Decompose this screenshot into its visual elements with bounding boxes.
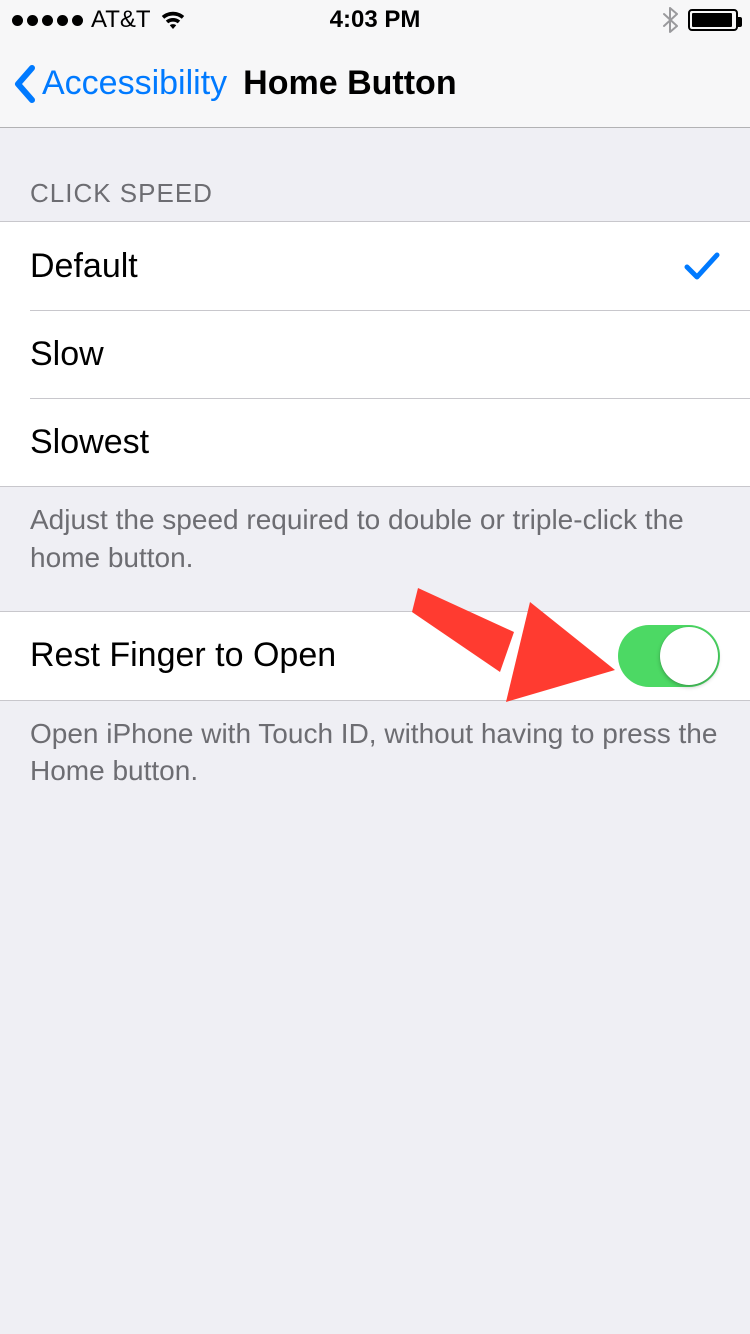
status-bar: AT&T 4:03 PM xyxy=(0,0,750,40)
switch-knob xyxy=(660,627,718,685)
section-footer-click-speed: Adjust the speed required to double or t… xyxy=(0,487,750,611)
section-header-click-speed: CLICK SPEED xyxy=(0,128,750,221)
battery-icon xyxy=(688,9,738,31)
option-label: Default xyxy=(30,247,138,286)
checkmark-icon xyxy=(684,251,720,281)
signal-strength-icon xyxy=(12,15,83,26)
status-time: 4:03 PM xyxy=(330,6,421,34)
wifi-icon xyxy=(159,9,187,31)
section-footer-rest-finger: Open iPhone with Touch ID, without havin… xyxy=(0,701,750,825)
rest-finger-label: Rest Finger to Open xyxy=(30,636,336,675)
click-speed-option-slow[interactable]: Slow xyxy=(0,310,750,398)
option-label: Slowest xyxy=(30,423,149,462)
back-button[interactable]: Accessibility xyxy=(12,64,227,104)
status-left: AT&T xyxy=(12,6,187,34)
click-speed-option-slowest[interactable]: Slowest xyxy=(0,398,750,486)
back-label: Accessibility xyxy=(42,64,227,103)
option-label: Slow xyxy=(30,335,104,374)
page-title: Home Button xyxy=(243,64,456,103)
status-right xyxy=(662,7,738,33)
nav-bar: Accessibility Home Button xyxy=(0,40,750,128)
click-speed-options: Default Slow Slowest xyxy=(0,221,750,487)
rest-finger-group: Rest Finger to Open xyxy=(0,611,750,701)
rest-finger-toggle[interactable] xyxy=(618,625,720,687)
click-speed-option-default[interactable]: Default xyxy=(0,222,750,310)
rest-finger-row: Rest Finger to Open xyxy=(0,612,750,700)
carrier-label: AT&T xyxy=(91,6,151,34)
chevron-left-icon xyxy=(12,64,36,104)
bluetooth-icon xyxy=(662,7,678,33)
